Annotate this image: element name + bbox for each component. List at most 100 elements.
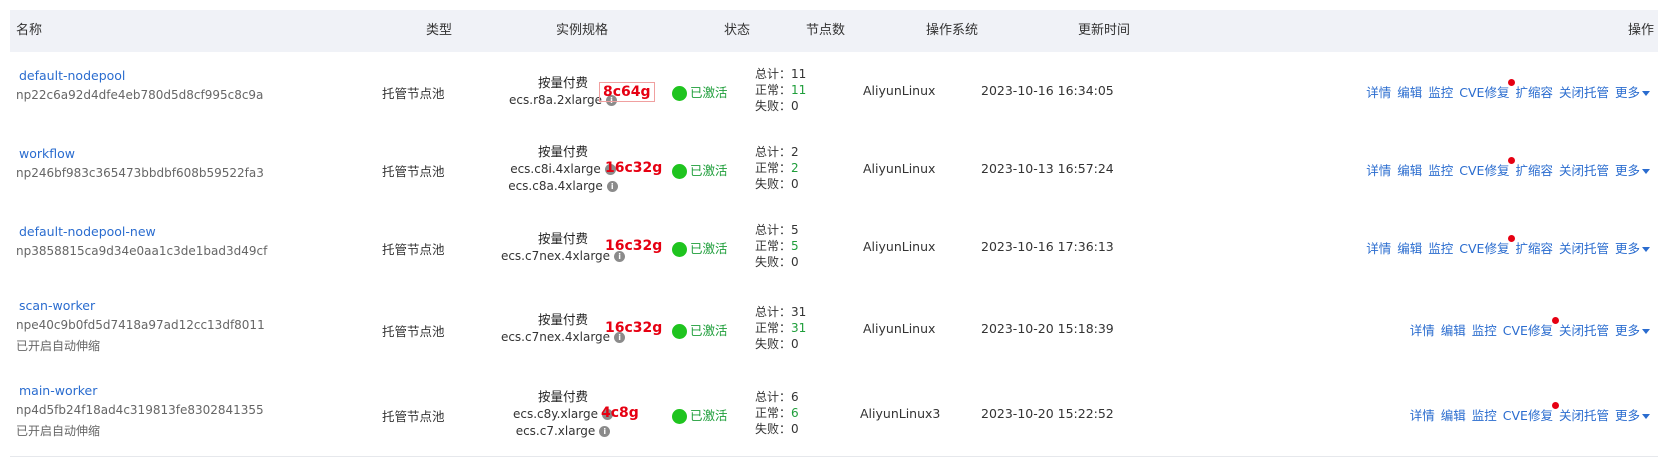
nodes-total: 总计：6	[755, 389, 799, 404]
billing-type: 按量付费	[537, 144, 588, 159]
action-item[interactable]: 编辑	[1441, 408, 1466, 423]
node-counts: 总计：11 正常：11 失败：0	[755, 66, 806, 114]
updated-time: 2023-10-16 16:34:05	[981, 83, 1114, 98]
spec-item: ecs.c8a.4xlarge i	[488, 178, 638, 195]
row-actions: 详情 编辑 监控 CVE修复 关闭托管 更多	[1404, 316, 1650, 339]
nodes-failed: 失败：0	[755, 99, 799, 113]
table-header: 名称 类型 实例规格 状态 节点数 操作系统 更新时间 操作	[10, 10, 1658, 53]
header-updated: 更新时间	[1078, 23, 1131, 38]
notification-dot-icon	[1551, 316, 1559, 324]
action-cve-fix[interactable]: CVE修复	[1503, 316, 1559, 338]
action-item[interactable]: 编辑	[1441, 323, 1466, 338]
action-cve-fix[interactable]: CVE修复	[1459, 157, 1516, 178]
chevron-down-icon	[1642, 169, 1650, 174]
chevron-down-icon	[1642, 247, 1650, 252]
info-icon[interactable]: i	[599, 425, 611, 437]
nodes-normal: 正常：31	[755, 320, 807, 335]
status-badge: 已激活	[672, 320, 728, 339]
operating-system: AliyunLinux3	[860, 405, 941, 421]
action-item[interactable]: 关闭托管	[1559, 85, 1609, 100]
spec-annotation: 16c32g	[605, 238, 663, 254]
operating-system: AliyunLinux	[863, 161, 936, 176]
updated-time: 2023-10-20 15:22:52	[981, 405, 1114, 421]
action-item[interactable]: 详情	[1366, 241, 1391, 256]
table-row: default-nodepool np22c6a92d4dfe4eb780d5d…	[10, 52, 1658, 131]
nodepool-name-link[interactable]: scan-worker	[19, 298, 95, 313]
action-item[interactable]: 扩缩容	[1515, 85, 1553, 100]
node-counts: 总计：6 正常：6 失败：0	[755, 389, 799, 437]
header-nodes: 节点数	[806, 23, 846, 38]
action-more[interactable]: 更多	[1615, 85, 1650, 100]
nodes-normal: 正常：11	[755, 83, 807, 97]
nodes-normal: 正常：5	[755, 239, 799, 253]
action-more[interactable]: 更多	[1615, 323, 1650, 338]
nodes-total: 总计：11	[755, 67, 807, 81]
nodes-normal: 正常：2	[755, 161, 799, 175]
status-dot-icon	[672, 86, 687, 101]
header-os: 操作系统	[926, 23, 979, 38]
notification-dot-icon	[1551, 401, 1559, 409]
action-item[interactable]: 详情	[1410, 408, 1435, 423]
action-item[interactable]: 详情	[1410, 323, 1435, 338]
action-item[interactable]: 监控	[1428, 85, 1453, 100]
operating-system: AliyunLinux	[863, 239, 936, 254]
nodepool-type: 托管节点池	[382, 164, 445, 179]
header-status: 状态	[724, 23, 751, 38]
spec-annotation: 8c64g	[599, 82, 655, 102]
spec-annotation: 16c32g	[605, 319, 663, 336]
action-item[interactable]: 编辑	[1397, 241, 1422, 256]
nodes-failed: 失败：0	[755, 177, 799, 191]
action-item[interactable]: 关闭托管	[1559, 241, 1609, 256]
action-item[interactable]: 扩缩容	[1515, 163, 1553, 178]
nodepool-name-link[interactable]: main-worker	[19, 383, 97, 398]
action-item[interactable]: 监控	[1428, 163, 1453, 178]
action-item[interactable]: 扩缩容	[1515, 241, 1553, 256]
operating-system: AliyunLinux	[863, 320, 936, 336]
row-actions: 详情 编辑 监控 CVE修复 扩缩容 关闭托管 更多	[1360, 235, 1650, 257]
action-item[interactable]: 详情	[1366, 85, 1391, 100]
action-item[interactable]: 关闭托管	[1559, 323, 1609, 338]
table-row: workflow np246bf983c365473bbdbf608b59522…	[10, 130, 1658, 209]
action-item[interactable]: 编辑	[1397, 85, 1422, 100]
action-cve-fix[interactable]: CVE修复	[1459, 79, 1516, 100]
action-more[interactable]: 更多	[1615, 163, 1650, 178]
action-cve-fix[interactable]: CVE修复	[1503, 401, 1559, 423]
operating-system: AliyunLinux	[863, 83, 936, 98]
info-icon[interactable]: i	[606, 181, 618, 192]
action-more[interactable]: 更多	[1615, 241, 1650, 256]
nodepool-id: np22c6a92d4dfe4eb780d5d8cf995c8c9a	[16, 88, 264, 102]
action-item[interactable]: 监控	[1472, 408, 1497, 423]
status-dot-icon	[672, 323, 687, 339]
action-item[interactable]: 详情	[1366, 163, 1391, 178]
status-dot-icon	[672, 408, 687, 424]
action-more[interactable]: 更多	[1615, 408, 1650, 423]
nodepool-name-link[interactable]: default-nodepool	[19, 68, 125, 83]
chevron-down-icon	[1642, 413, 1650, 419]
nodepool-name-link[interactable]: default-nodepool-new	[19, 224, 156, 239]
action-item[interactable]: 关闭托管	[1559, 163, 1609, 178]
action-item[interactable]: 监控	[1472, 323, 1497, 338]
status-dot-icon	[672, 164, 687, 179]
nodes-total: 总计：31	[755, 304, 807, 319]
action-cve-fix[interactable]: CVE修复	[1459, 235, 1516, 256]
nodepool-id: npe40c9b0fd5d7418a97ad12cc13df8011	[16, 318, 265, 332]
updated-time: 2023-10-13 16:57:24	[981, 161, 1114, 176]
autoscale-label: 已开启自动伸缩	[16, 339, 101, 353]
autoscale-label: 已开启自动伸缩	[16, 424, 101, 438]
header-spec: 实例规格	[556, 23, 609, 38]
action-item[interactable]: 监控	[1428, 241, 1453, 256]
nodepool-id: np3858815ca9d34e0aa1c3de1bad3d49cf	[16, 244, 268, 258]
table-row: scan-worker npe40c9b0fd5d7418a97ad12cc13…	[10, 286, 1658, 372]
chevron-down-icon	[1642, 91, 1650, 96]
node-counts: 总计：31 正常：31 失败：0	[755, 304, 806, 352]
nodepool-type: 托管节点池	[382, 86, 445, 101]
row-actions: 详情 编辑 监控 CVE修复 关闭托管 更多	[1404, 401, 1650, 424]
nodepool-name-link[interactable]: workflow	[19, 146, 75, 161]
status-dot-icon	[672, 242, 687, 257]
nodes-normal: 正常：6	[755, 405, 799, 420]
node-counts: 总计：5 正常：5 失败：0	[755, 222, 799, 270]
node-counts: 总计：2 正常：2 失败：0	[755, 144, 799, 192]
action-item[interactable]: 编辑	[1397, 163, 1422, 178]
spec-annotation: 16c32g	[605, 160, 663, 176]
action-item[interactable]: 关闭托管	[1559, 408, 1609, 423]
